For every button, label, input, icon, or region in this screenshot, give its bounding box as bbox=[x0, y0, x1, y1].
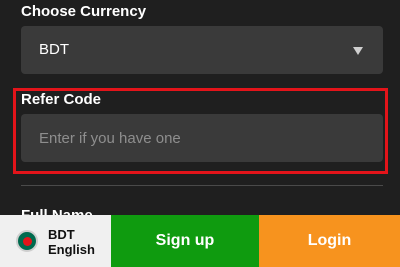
currency-select[interactable]: BDT bbox=[21, 26, 383, 74]
currency-label: Choose Currency bbox=[21, 3, 147, 20]
section-divider bbox=[21, 185, 383, 186]
refer-code-input[interactable] bbox=[21, 114, 383, 162]
bottom-action-bar: BDT English Sign up Login bbox=[0, 215, 400, 267]
dropdown-caret-icon bbox=[353, 47, 363, 55]
sign-up-button[interactable]: Sign up bbox=[111, 215, 259, 267]
currency-selected-value: BDT bbox=[39, 41, 69, 58]
language-name: English bbox=[48, 242, 95, 257]
refer-code-label: Refer Code bbox=[21, 91, 102, 108]
language-currency-button[interactable]: BDT English bbox=[0, 215, 111, 267]
language-currency-code: BDT bbox=[48, 227, 75, 242]
bangladesh-flag-icon bbox=[16, 230, 38, 252]
language-currency-text: BDT English bbox=[48, 227, 95, 257]
login-button[interactable]: Login bbox=[259, 215, 400, 267]
